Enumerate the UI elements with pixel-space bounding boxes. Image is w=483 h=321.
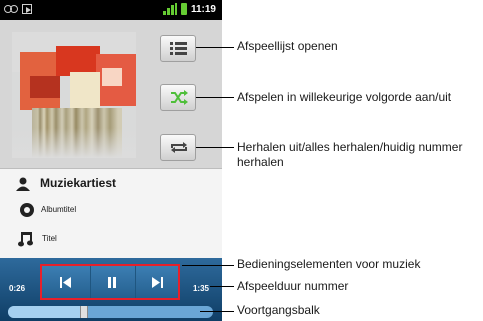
callout-line-duration	[210, 286, 234, 287]
skip-next-icon	[152, 277, 163, 288]
media-play-icon	[22, 4, 32, 14]
callout-shuffle: Afspelen in willekeurige volgorde aan/ui…	[237, 90, 452, 104]
album-icon	[20, 203, 34, 217]
music-player-screen: 11:19 Muziekartiest Albumtitel Titel 0:2…	[0, 0, 222, 321]
artist-icon	[16, 177, 30, 191]
artist-name: Muziekartiest	[40, 176, 117, 190]
previous-button[interactable]	[45, 266, 87, 298]
callout-controls: Bedieningselementen voor muziek	[237, 257, 421, 271]
callout-line-shuffle	[196, 97, 234, 98]
album-title: Albumtitel	[41, 205, 77, 214]
repeat-button[interactable]	[160, 134, 196, 161]
status-right-icons: 11:19	[162, 3, 216, 15]
status-clock: 11:19	[190, 3, 216, 15]
callout-line-repeat	[196, 147, 234, 148]
next-button[interactable]	[135, 266, 177, 298]
callout-playlist: Afspeellijst openen	[237, 39, 338, 53]
track-title: Titel	[42, 234, 57, 243]
playback-controls	[40, 264, 180, 300]
voicemail-icon	[4, 5, 18, 13]
callout-progress: Voortgangsbalk	[237, 303, 320, 317]
elapsed-time: 0:26	[9, 284, 26, 293]
album-art	[12, 32, 136, 158]
skip-previous-icon	[60, 277, 71, 288]
callout-line-progress	[200, 311, 234, 312]
playback-panel: 0:26 1:35	[0, 258, 222, 321]
progress-thumb[interactable]	[79, 306, 88, 318]
music-note-icon	[18, 232, 33, 247]
callout-line-playlist	[196, 47, 234, 48]
shuffle-button[interactable]	[160, 84, 196, 111]
pause-icon	[108, 277, 116, 288]
callout-duration: Afspeelduur nummer	[237, 279, 349, 293]
playlist-button[interactable]	[160, 35, 196, 62]
artwork-area	[0, 20, 222, 168]
callout-line-controls	[182, 265, 234, 266]
playlist-icon	[170, 42, 187, 55]
progress-bar[interactable]	[8, 306, 213, 318]
signal-icon	[162, 3, 177, 15]
callout-repeat: Herhalen uit/alles herhalen/huidig numme…	[237, 140, 463, 169]
status-left-icons	[4, 4, 32, 14]
status-bar: 11:19	[0, 0, 222, 20]
progress-fill	[8, 306, 84, 318]
repeat-icon	[171, 142, 187, 153]
battery-icon	[180, 3, 187, 15]
pause-button[interactable]	[90, 266, 132, 298]
shuffle-icon	[171, 90, 188, 105]
track-duration: 1:35	[192, 284, 209, 293]
track-info: Muziekartiest Albumtitel Titel	[0, 168, 222, 258]
